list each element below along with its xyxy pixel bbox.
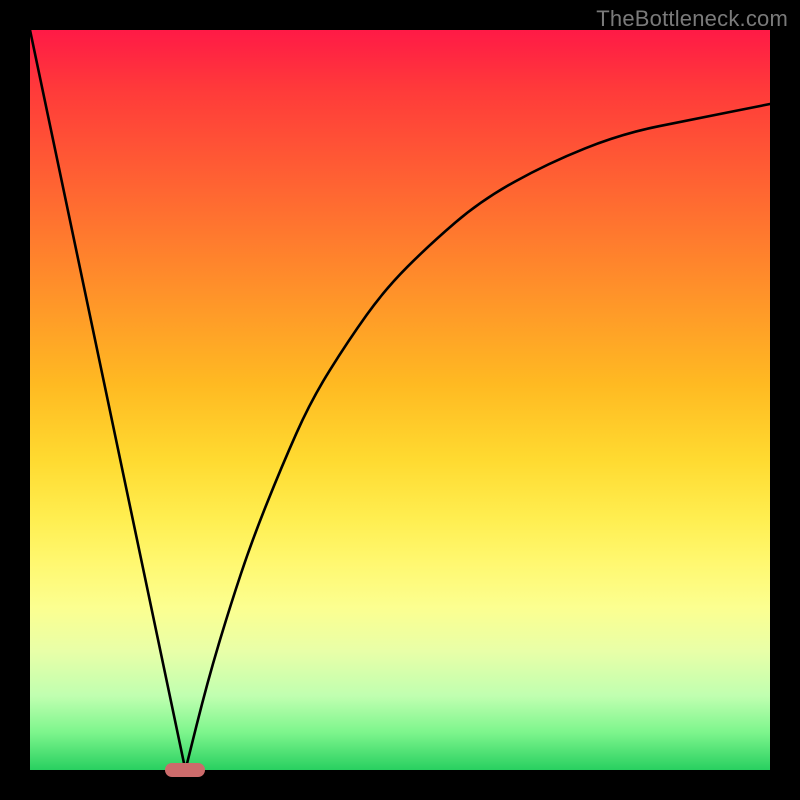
watermark-text: TheBottleneck.com [596, 6, 788, 32]
chart-frame: TheBottleneck.com [0, 0, 800, 800]
plot-area [30, 30, 770, 770]
bottleneck-marker [165, 763, 205, 777]
curve-left-descent [30, 30, 185, 770]
curve-svg [30, 30, 770, 770]
curve-right-ascent [185, 104, 770, 770]
